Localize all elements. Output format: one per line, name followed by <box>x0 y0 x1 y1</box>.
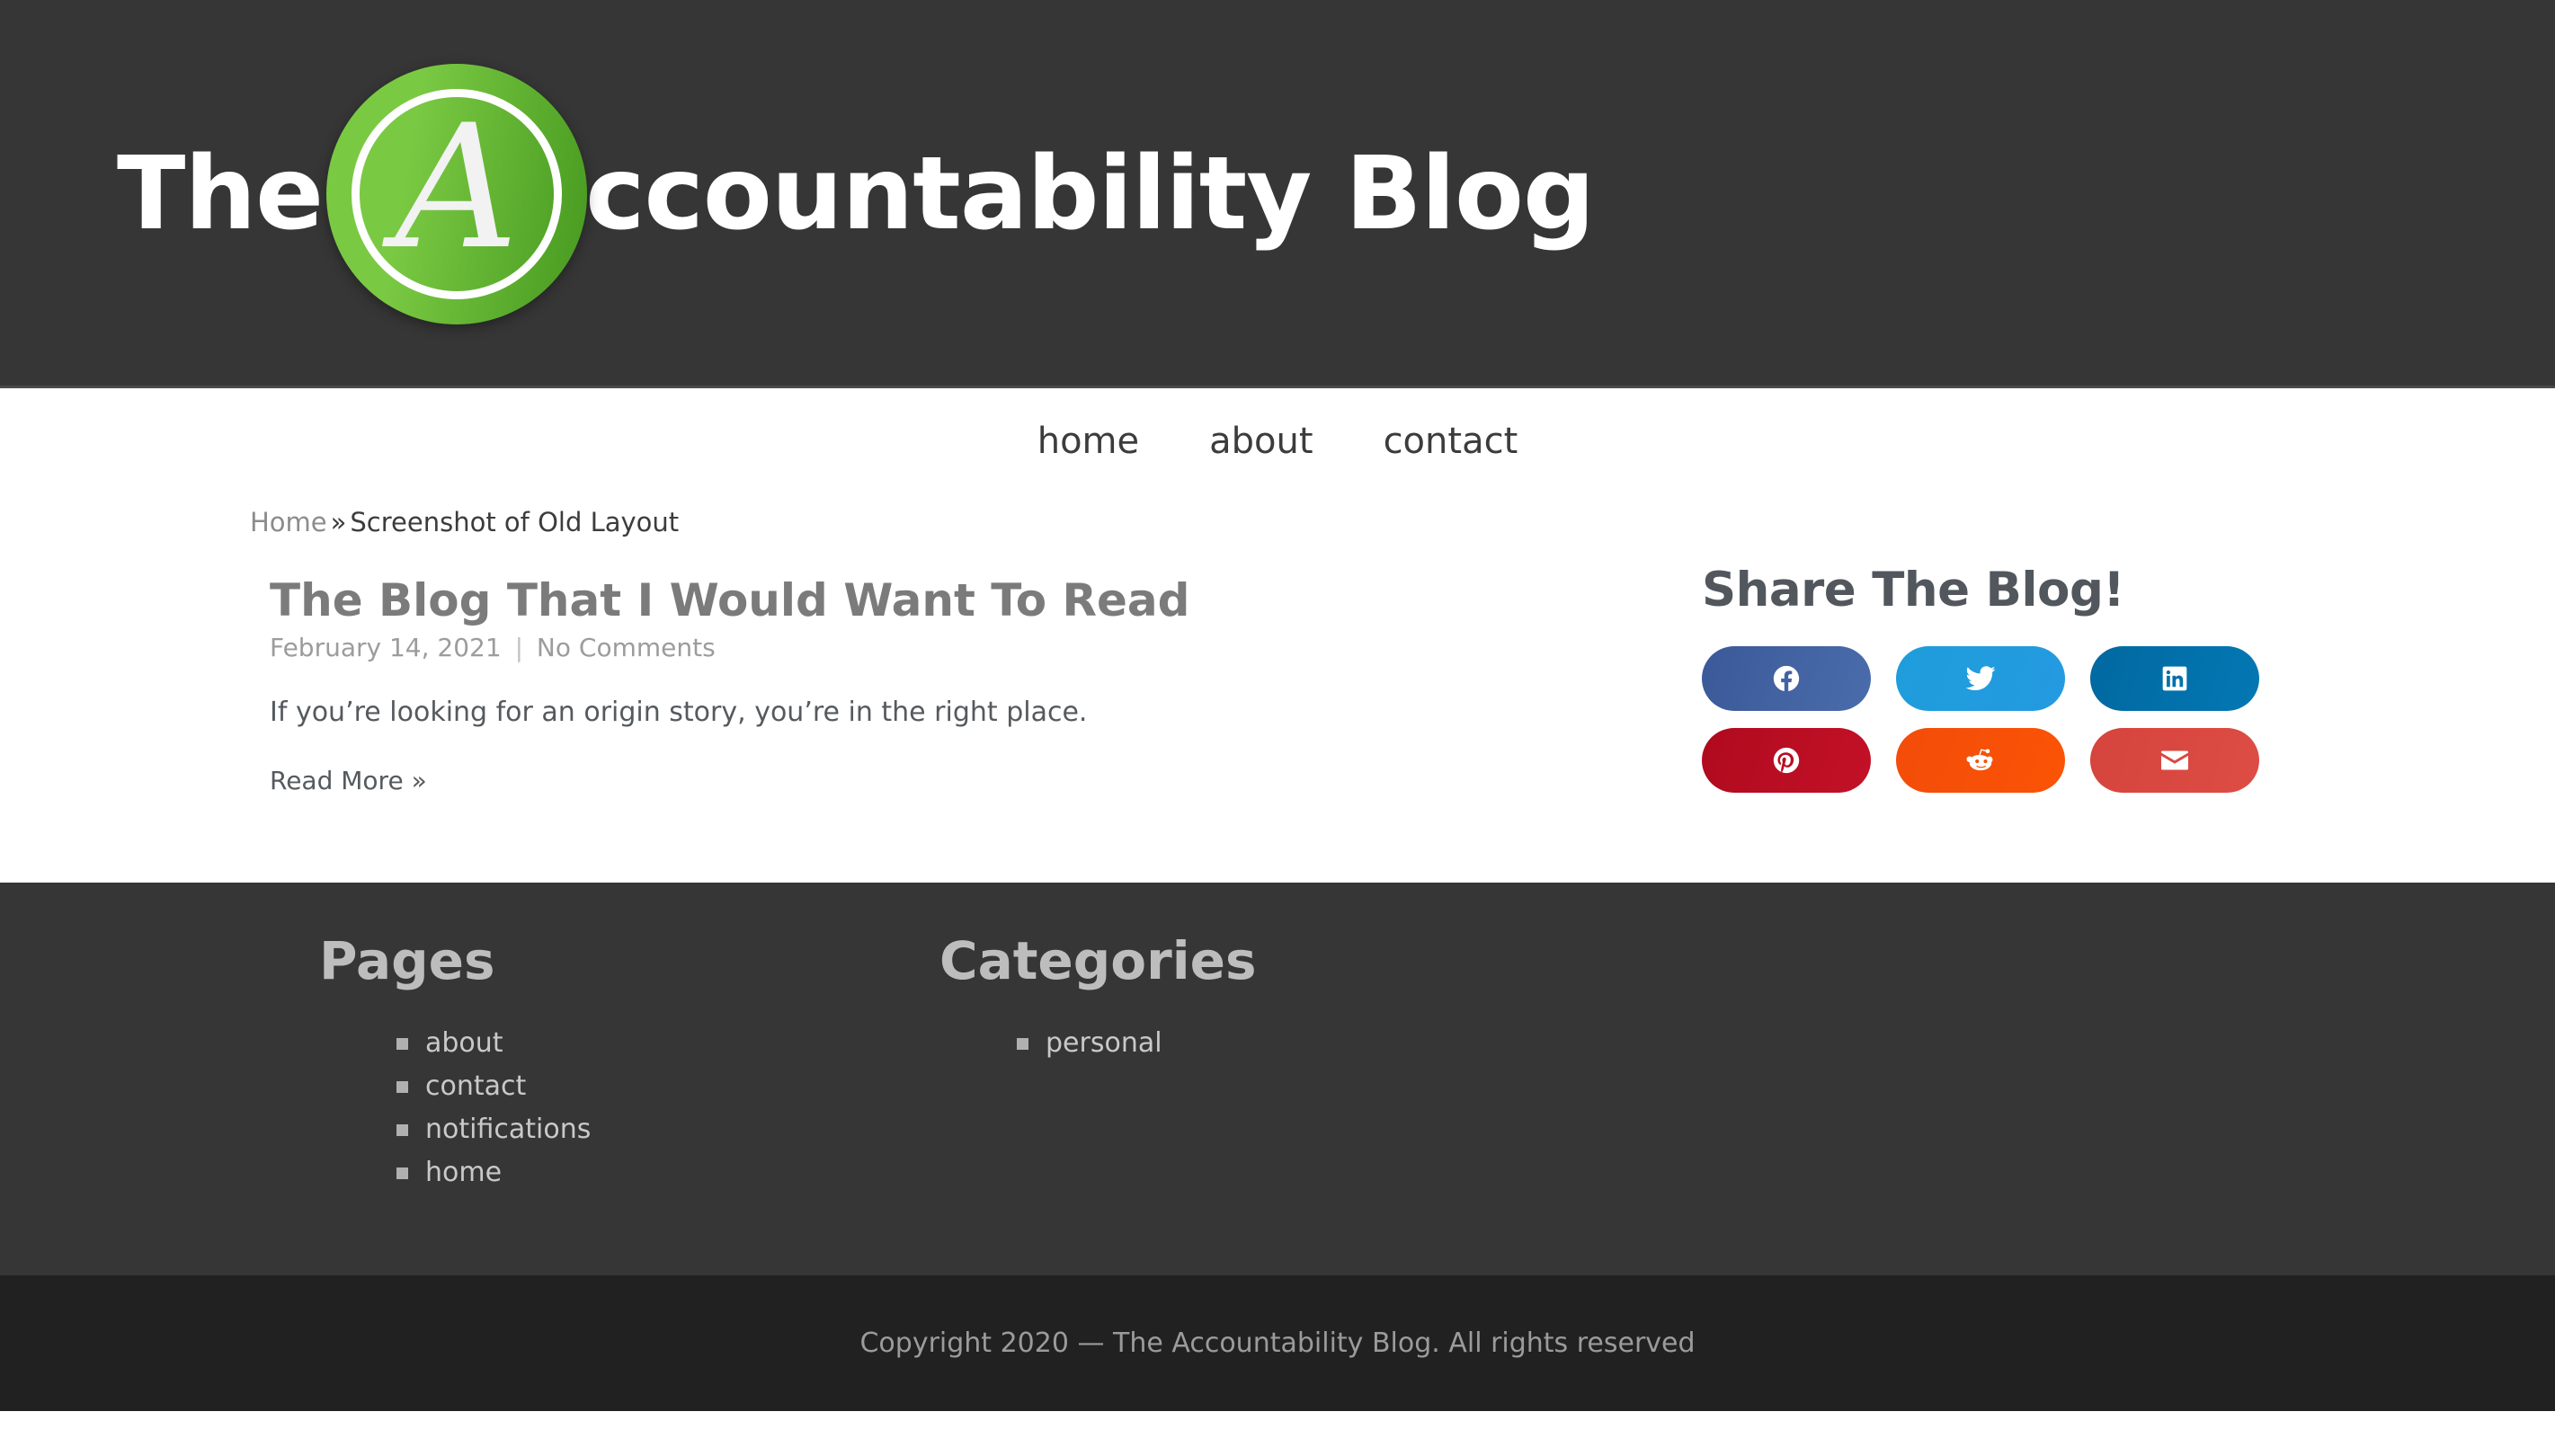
list-item[interactable]: home <box>319 1159 895 1186</box>
share-heading: Share The Blog! <box>1702 563 2125 617</box>
copyright-bar: Copyright 2020 — The Accountability Blog… <box>0 1275 2555 1411</box>
post-date: February 14, 2021 <box>270 633 502 662</box>
nav-item-contact[interactable]: contact <box>1384 423 1518 459</box>
breadcrumb: Home » Screenshot of Old Layout <box>0 494 2555 550</box>
facebook-icon <box>1771 663 1802 694</box>
brand-text-prefix: The <box>117 136 324 253</box>
pinterest-icon <box>1771 745 1802 776</box>
envelope-icon <box>2159 744 2191 777</box>
reddit-icon <box>1966 746 1995 775</box>
share-sidebar: Share The Blog! <box>1702 566 2277 793</box>
breadcrumb-home-link[interactable]: Home <box>250 507 327 537</box>
list-item[interactable]: contact <box>319 1073 895 1100</box>
read-more-link[interactable]: Read More » <box>270 766 427 795</box>
site-brand[interactable]: The A ccountability Blog <box>117 0 1595 388</box>
post-comments-link[interactable]: No Comments <box>537 633 716 662</box>
breadcrumb-separator: » <box>330 507 347 537</box>
post-excerpt: If you’re looking for an origin story, y… <box>270 696 1088 728</box>
footer-widget-pages-title: Pages <box>319 930 495 991</box>
post-meta: February 14, 2021 | No Comments <box>270 633 1573 663</box>
breadcrumb-current: Screenshot of Old Layout <box>350 507 680 537</box>
footer-widget-categories: Categories personal <box>939 935 1515 1073</box>
share-button-reddit[interactable] <box>1896 728 2065 793</box>
footer-widget-pages: Pages about contact notifications home <box>319 935 895 1203</box>
accountability-a-logo: A <box>326 64 588 324</box>
footer-widgets: Pages about contact notifications home C… <box>0 883 2555 1275</box>
footer-pages-list: about contact notifications home <box>319 1030 895 1186</box>
share-button-linkedin[interactable] <box>2090 646 2259 711</box>
linkedin-icon <box>2160 664 2189 693</box>
footer-widget-categories-title: Categories <box>939 930 1257 991</box>
brand-text-suffix: ccountability Blog <box>585 136 1595 253</box>
share-button-twitter[interactable] <box>1896 646 2065 711</box>
list-item[interactable]: notifications <box>319 1116 895 1143</box>
list-item[interactable]: personal <box>939 1030 1515 1057</box>
share-button-facebook[interactable] <box>1702 646 1871 711</box>
twitter-icon <box>1964 662 1997 695</box>
main-content: The Blog That I Would Want To Read Febru… <box>0 550 2555 883</box>
nav-item-home[interactable]: home <box>1037 423 1139 459</box>
post-title[interactable]: The Blog That I Would Want To Read <box>270 575 1573 626</box>
post-preview: The Blog That I Would Want To Read Febru… <box>270 575 1573 795</box>
copyright-text: Copyright 2020 — The Accountability Blog… <box>859 1327 1696 1359</box>
site-header: The A ccountability Blog <box>0 0 2555 388</box>
main-navigation: home about contact <box>0 388 2555 494</box>
share-button-pinterest[interactable] <box>1702 728 1871 793</box>
logo-letter: A <box>395 88 519 287</box>
footer-categories-list: personal <box>939 1030 1515 1057</box>
nav-item-about[interactable]: about <box>1209 423 1313 459</box>
meta-separator: | <box>514 633 524 662</box>
share-button-grid <box>1702 646 2277 793</box>
share-button-email[interactable] <box>2090 728 2259 793</box>
list-item[interactable]: about <box>319 1030 895 1057</box>
